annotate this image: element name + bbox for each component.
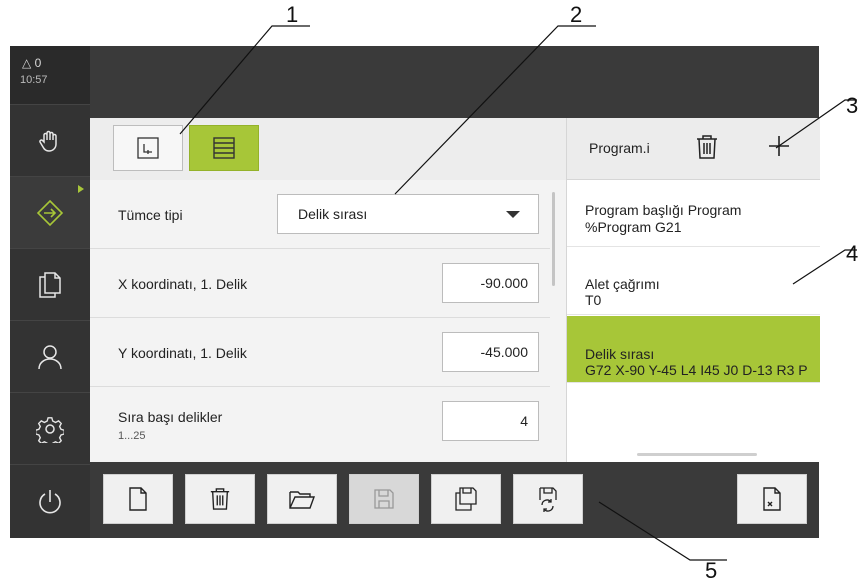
form-view-button[interactable] [189, 125, 259, 171]
sidebar-item-settings[interactable] [10, 392, 90, 464]
new-file-icon [129, 487, 147, 511]
delete-program-button[interactable] [185, 474, 255, 524]
callout-5: 5 [705, 558, 718, 583]
callout-4: 4 [846, 241, 859, 266]
documents-icon [39, 271, 61, 298]
status-area: △ 0 10:57 [10, 46, 90, 104]
program-header: Program.i [567, 118, 820, 180]
program-block[interactable]: Program başlığı Program %Program G21 [567, 180, 820, 247]
form-row-y-coordinate: Y koordinatı, 1. Delik -45.000 [90, 318, 550, 387]
active-indicator [78, 185, 84, 193]
program-scrollbar[interactable] [637, 453, 757, 456]
x-coordinate-input[interactable]: -90.000 [442, 263, 539, 303]
trash-icon [210, 488, 230, 510]
callout-2: 2 [570, 2, 583, 27]
form-scrollbar[interactable] [552, 192, 555, 286]
save-and-reload-button[interactable] [513, 474, 583, 524]
y-coordinate-input[interactable]: -45.000 [442, 332, 539, 372]
sidebar-item-manual-operation[interactable] [10, 104, 90, 176]
close-program-button[interactable] [737, 474, 807, 524]
program-block-title: Program başlığı Program [585, 202, 742, 218]
holes-per-row-range: 1...25 [118, 430, 146, 442]
arrow-right-circle-icon [36, 199, 64, 226]
block-editor-panel: Tümce tipi Delik sırası X koordinatı, 1.… [90, 118, 566, 462]
chevron-down-icon [506, 211, 520, 218]
folder-open-icon [289, 491, 315, 509]
form-row-holes-per-row: Sıra başı delikler 1...25 4 [90, 387, 550, 456]
program-block-code: %Program G21 [585, 219, 682, 235]
power-icon [39, 489, 61, 513]
callout-3: 3 [846, 93, 859, 118]
form-row-block-type: Tümce tipi Delik sırası [90, 180, 550, 249]
sidebar-item-mdi-mode[interactable] [10, 176, 90, 248]
block-type-dropdown[interactable]: Delik sırası [277, 194, 539, 234]
program-block-code: T0 [585, 292, 602, 308]
x-coordinate-value: -90.000 [480, 275, 528, 291]
delete-block-button[interactable] [695, 134, 719, 165]
warning-count: △ 0 [22, 56, 42, 70]
sidebar-item-file-management[interactable] [10, 248, 90, 320]
program-panel: Program.i Program başlığı Program %Progr… [566, 118, 820, 462]
save-icon [374, 489, 394, 509]
save-as-icon [455, 487, 477, 511]
save-program-button[interactable] [349, 474, 419, 524]
callout-1: 1 [286, 2, 299, 27]
view-toggle [113, 125, 259, 171]
clock: 10:57 [20, 74, 48, 86]
program-block-title: Delik sırası [585, 346, 655, 362]
program-block-selected[interactable]: Delik sırası G72 X-90 Y-45 L4 I45 J0 D-1… [567, 316, 820, 383]
program-block-code: G72 X-90 Y-45 L4 I45 J0 D-13 R3 P [585, 362, 808, 378]
trash-icon [697, 135, 717, 159]
bottom-toolbar [90, 462, 819, 538]
x-coordinate-label: X koordinatı, 1. Delik [118, 276, 248, 292]
program-title: Program.i [589, 140, 650, 156]
sidebar-item-power[interactable] [10, 464, 90, 538]
form-fields: Tümce tipi Delik sırası X koordinatı, 1.… [90, 180, 566, 462]
hand-icon [39, 130, 57, 152]
y-coordinate-value: -45.000 [480, 344, 528, 360]
y-coordinate-label: Y koordinatı, 1. Delik [118, 345, 247, 361]
plus-icon [769, 136, 789, 156]
holes-per-row-label: Sıra başı delikler [118, 409, 223, 425]
graphic-view-button[interactable] [113, 125, 183, 171]
new-program-button[interactable] [103, 474, 173, 524]
gear-icon [36, 416, 64, 443]
program-block[interactable]: Alet çağrımı T0 [567, 248, 820, 315]
open-program-button[interactable] [267, 474, 337, 524]
save-refresh-icon [539, 487, 557, 512]
form-row-x-coordinate: X koordinatı, 1. Delik -90.000 [90, 249, 550, 318]
form-view-icon [213, 137, 235, 159]
add-block-button[interactable] [767, 134, 791, 163]
top-bar [90, 46, 819, 118]
user-icon [38, 344, 62, 369]
block-type-value: Delik sırası [298, 206, 368, 222]
graphic-view-icon [137, 137, 159, 159]
save-as-button[interactable] [431, 474, 501, 524]
main-menu-sidebar: △ 0 10:57 [10, 46, 90, 538]
holes-per-row-value: 4 [520, 413, 528, 429]
holes-per-row-input[interactable]: 4 [442, 401, 539, 441]
sidebar-item-user-login[interactable] [10, 320, 90, 392]
close-file-icon [763, 487, 781, 511]
program-block-title: Alet çağrımı [585, 276, 660, 292]
block-type-label: Tümce tipi [118, 207, 183, 223]
